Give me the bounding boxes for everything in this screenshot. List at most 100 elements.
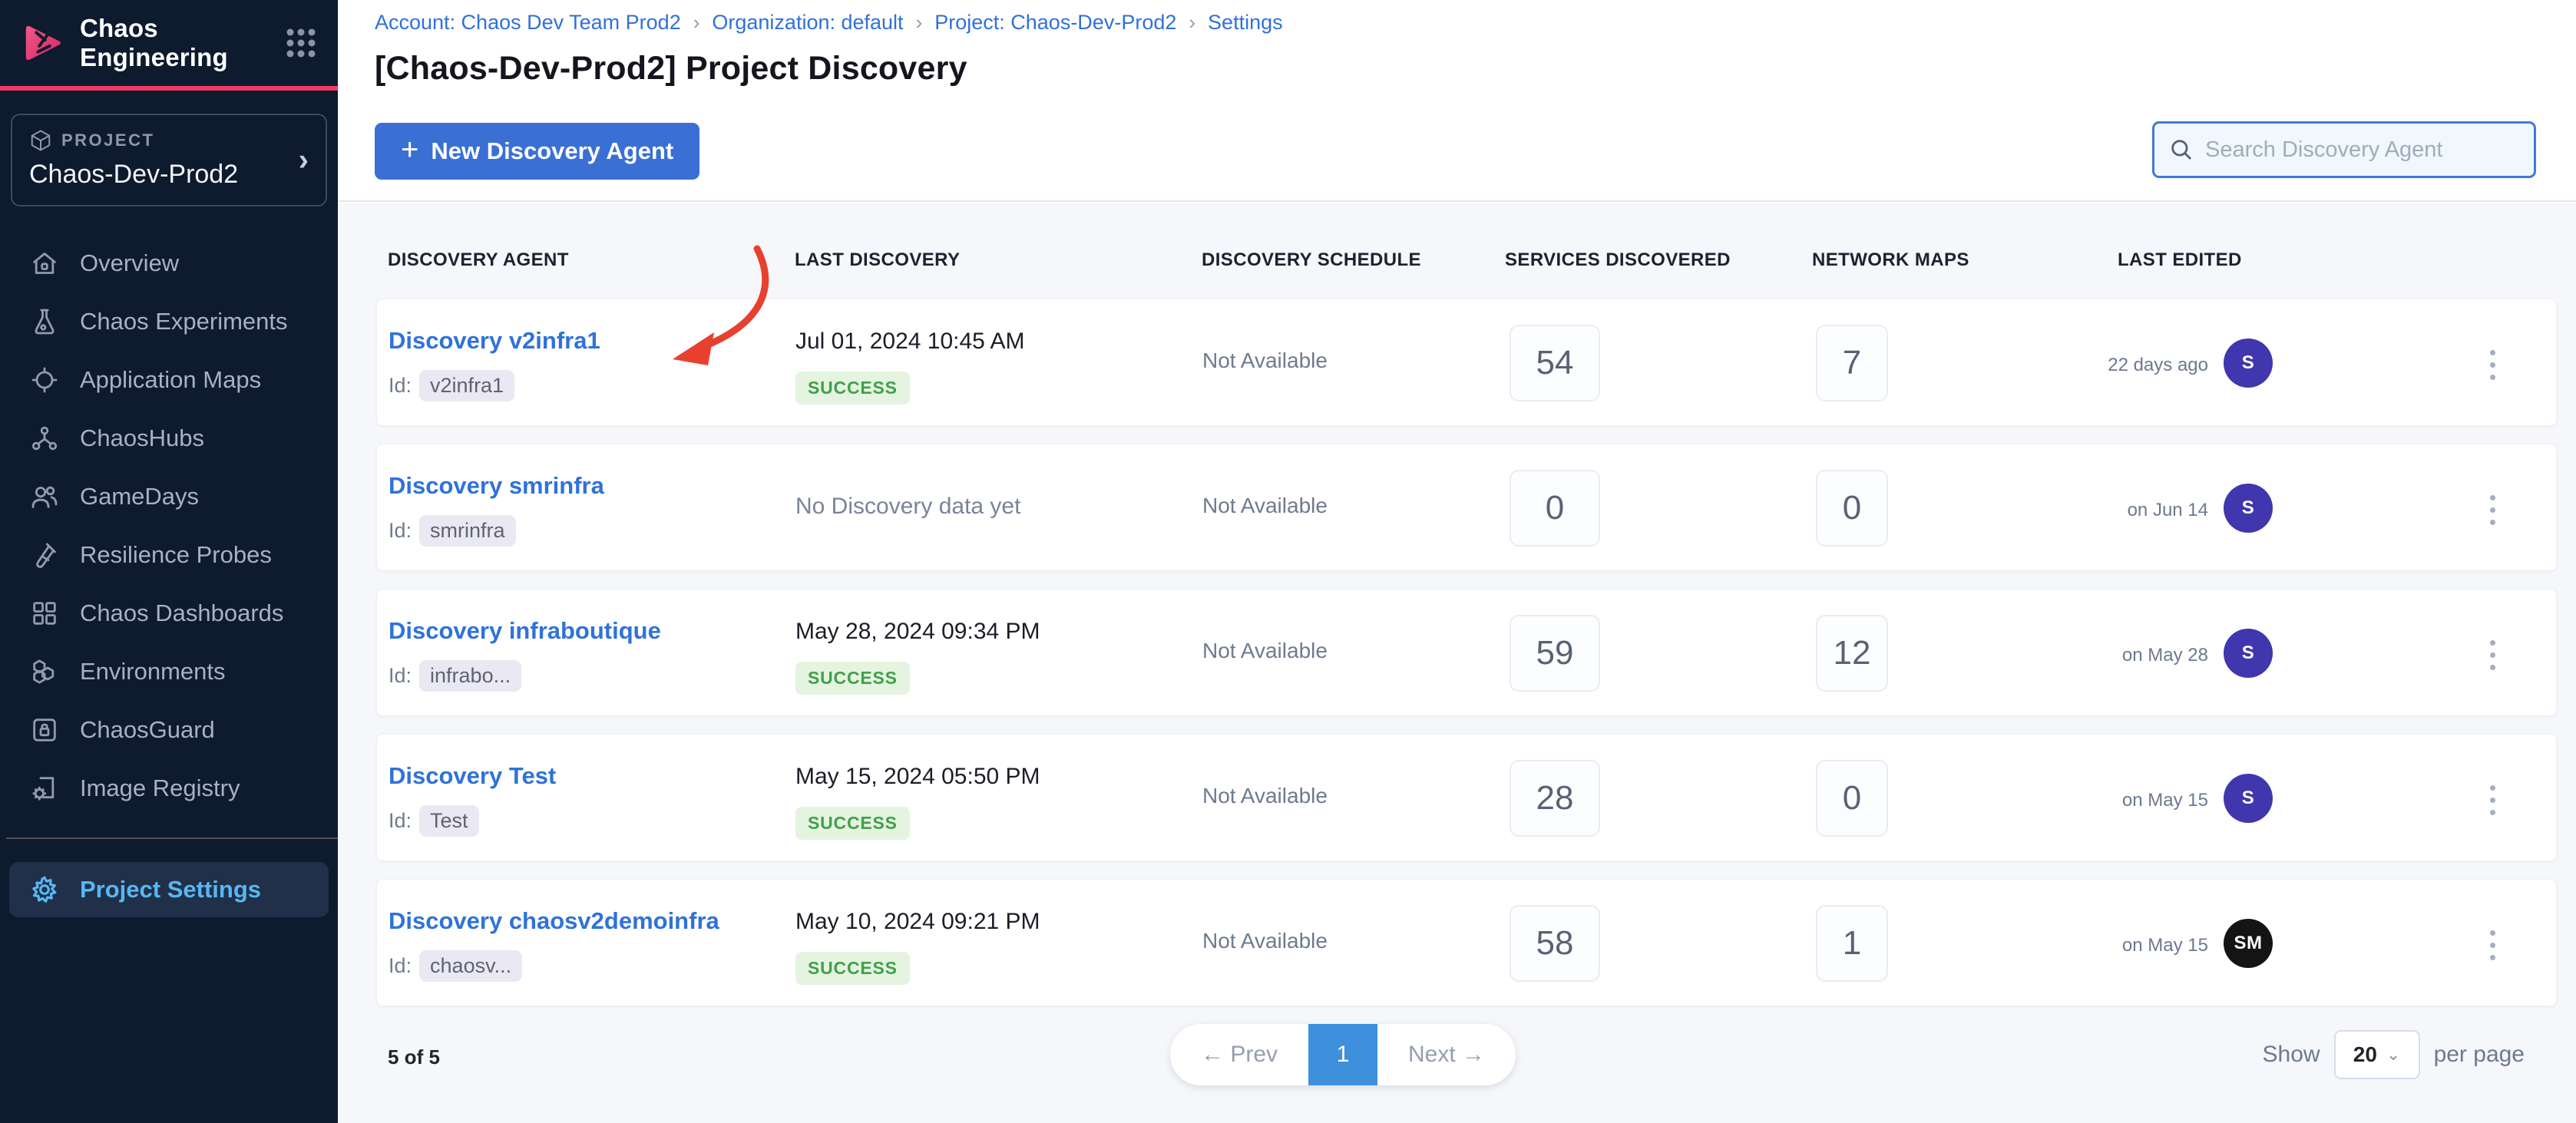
- sidebar-item-project-settings[interactable]: Project Settings: [9, 862, 329, 917]
- discovery-schedule: Not Available: [1202, 494, 1328, 518]
- row-count: 5 of 5: [388, 1045, 440, 1069]
- avatar: S: [2224, 339, 2273, 388]
- discovery-schedule: Not Available: [1202, 929, 1328, 953]
- breadcrumb-organization-link[interactable]: Organization: default: [712, 11, 903, 35]
- discovery-agents-table: DISCOVERY AGENT LAST DISCOVERY DISCOVERY…: [338, 203, 2576, 1123]
- cube-icon: [29, 129, 52, 152]
- sidebar-item-chaos-dashboards[interactable]: Chaos Dashboards: [0, 584, 338, 642]
- chaos-engineering-app: Chaos Engineering PROJECT Chaos-Dev-Prod…: [0, 0, 2576, 1123]
- id-value: chaosv...: [419, 950, 522, 982]
- next-page-button[interactable]: Next →: [1377, 1042, 1516, 1068]
- breadcrumb-separator: ›: [693, 11, 700, 35]
- table-row: Discovery Test Id: Test May 15, 2024 05:5…: [376, 734, 2557, 861]
- sidebar-item-label: Overview: [80, 249, 179, 277]
- breadcrumb-separator: ›: [1189, 11, 1195, 35]
- per-page-label: per page: [2434, 1042, 2525, 1068]
- toolbar: + New Discovery Agent: [338, 100, 2576, 202]
- sidebar: Chaos Engineering PROJECT Chaos-Dev-Prod…: [0, 0, 338, 1123]
- id-label: Id:: [389, 809, 412, 833]
- breadcrumb-project-link[interactable]: Project: Chaos-Dev-Prod2: [934, 11, 1176, 35]
- sidebar-item-application-maps[interactable]: Application Maps: [0, 351, 338, 409]
- last-discovery-date: Jul 01, 2024 10:45 AM: [795, 329, 1025, 355]
- plus-icon: +: [401, 134, 418, 165]
- new-discovery-agent-label: New Discovery Agent: [431, 137, 673, 165]
- gear-icon: [29, 874, 60, 905]
- agent-id: Id:infrabo...: [389, 660, 521, 692]
- id-value: Test: [419, 805, 479, 837]
- services-discovered-count: 58: [1510, 905, 1600, 982]
- crosshair-icon: [29, 365, 60, 395]
- breadcrumb-settings-link[interactable]: Settings: [1208, 11, 1283, 35]
- services-discovered-count: 0: [1510, 470, 1600, 547]
- breadcrumb-separator: ›: [916, 11, 923, 35]
- project-name: Chaos-Dev-Prod2: [29, 160, 309, 190]
- sidebar-nav: Overview Chaos Experiments Application M…: [0, 234, 338, 817]
- discovery-agent-link[interactable]: Discovery Test: [389, 762, 556, 790]
- sidebar-item-overview[interactable]: Overview: [0, 234, 338, 292]
- sidebar-item-resilience-probes[interactable]: Resilience Probes: [0, 526, 338, 584]
- last-discovery-date: May 28, 2024 09:34 PM: [795, 619, 1040, 645]
- discovery-agent-link[interactable]: Discovery smrinfra: [389, 472, 604, 500]
- project-selector[interactable]: PROJECT Chaos-Dev-Prod2 ›: [11, 114, 327, 206]
- sidebar-item-label: GameDays: [80, 483, 199, 510]
- services-discovered-count: 28: [1510, 760, 1600, 837]
- avatar: S: [2224, 774, 2273, 823]
- sidebar-item-chaosguard[interactable]: ChaosGuard: [0, 701, 338, 759]
- table-row: Discovery v2infra1 Id:v2infra1 Jul 01, 2…: [376, 299, 2557, 426]
- last-edited-text: 22 days ago: [1913, 355, 2208, 376]
- chevron-right-icon: ›: [299, 143, 309, 177]
- services-discovered-count: 54: [1510, 325, 1600, 401]
- sidebar-item-chaoshubs[interactable]: ChaosHubs: [0, 409, 338, 467]
- search-input[interactable]: [2205, 137, 2520, 163]
- last-discovery-date: May 15, 2024 05:50 PM: [795, 764, 1040, 790]
- page-size-control: Show 20 ⌄ per page: [2263, 1030, 2525, 1079]
- hexagons-icon: [29, 656, 60, 687]
- sidebar-item-label: Chaos Dashboards: [80, 599, 283, 627]
- last-edited-text: on May 28: [1913, 645, 2208, 666]
- network-maps-count: 0: [1816, 760, 1888, 837]
- sidebar-header: Chaos Engineering: [0, 0, 338, 86]
- column-header-services-discovered: SERVICES DISCOVERED: [1505, 249, 1731, 271]
- row-menu-button[interactable]: [2477, 922, 2508, 968]
- breadcrumb: Account: Chaos Dev Team Prod2 › Organiza…: [375, 11, 2576, 35]
- sidebar-divider: [6, 837, 338, 839]
- sidebar-item-label: Resilience Probes: [80, 541, 272, 569]
- sidebar-item-image-registry[interactable]: Image Registry: [0, 759, 338, 817]
- page-title: [Chaos-Dev-Prod2] Project Discovery: [375, 50, 2576, 88]
- users-icon: [29, 481, 60, 512]
- discovery-agent-link[interactable]: Discovery chaosv2demoinfra: [389, 907, 719, 935]
- row-menu-button[interactable]: [2477, 632, 2508, 678]
- network-maps-count: 1: [1816, 905, 1888, 982]
- sidebar-item-label: ChaosHubs: [80, 424, 204, 452]
- sidebar-item-gamedays[interactable]: GameDays: [0, 467, 338, 526]
- sidebar-item-label: Environments: [80, 658, 226, 685]
- network-maps-count: 7: [1816, 325, 1888, 401]
- row-menu-button[interactable]: [2477, 342, 2508, 388]
- page-header: Account: Chaos Dev Team Prod2 › Organiza…: [338, 0, 2576, 88]
- id-label: Id:: [389, 664, 412, 688]
- sidebar-item-environments[interactable]: Environments: [0, 642, 338, 701]
- discovery-agent-link[interactable]: Discovery infraboutique: [389, 617, 661, 645]
- row-menu-button[interactable]: [2477, 777, 2508, 823]
- sidebar-item-label: Image Registry: [80, 775, 240, 802]
- status-badge: SUCCESS: [795, 372, 910, 405]
- id-label: Id:: [389, 954, 412, 978]
- sidebar-item-chaos-experiments[interactable]: Chaos Experiments: [0, 292, 338, 351]
- column-header-last-discovery: LAST DISCOVERY: [795, 249, 960, 271]
- page-1-button[interactable]: 1: [1308, 1024, 1377, 1085]
- last-edited-text: on May 15: [1913, 790, 2208, 811]
- no-discovery-text: No Discovery data yet: [795, 494, 1020, 520]
- app-switcher-grid-icon[interactable]: [284, 26, 318, 60]
- sidebar-item-label: Chaos Experiments: [80, 308, 288, 335]
- breadcrumb-account-link[interactable]: Account: Chaos Dev Team Prod2: [375, 11, 681, 35]
- prev-page-button[interactable]: ← Prev: [1170, 1042, 1308, 1068]
- discovery-agent-link[interactable]: Discovery v2infra1: [389, 327, 600, 355]
- avatar: SM: [2224, 919, 2273, 968]
- status-badge: SUCCESS: [795, 952, 910, 985]
- row-menu-button[interactable]: [2477, 487, 2508, 533]
- agent-id: Id:smrinfra: [389, 515, 516, 547]
- dashboard-icon: [29, 598, 60, 629]
- new-discovery-agent-button[interactable]: + New Discovery Agent: [375, 123, 699, 180]
- page-size-select[interactable]: 20 ⌄: [2334, 1030, 2420, 1079]
- id-value: smrinfra: [419, 515, 516, 547]
